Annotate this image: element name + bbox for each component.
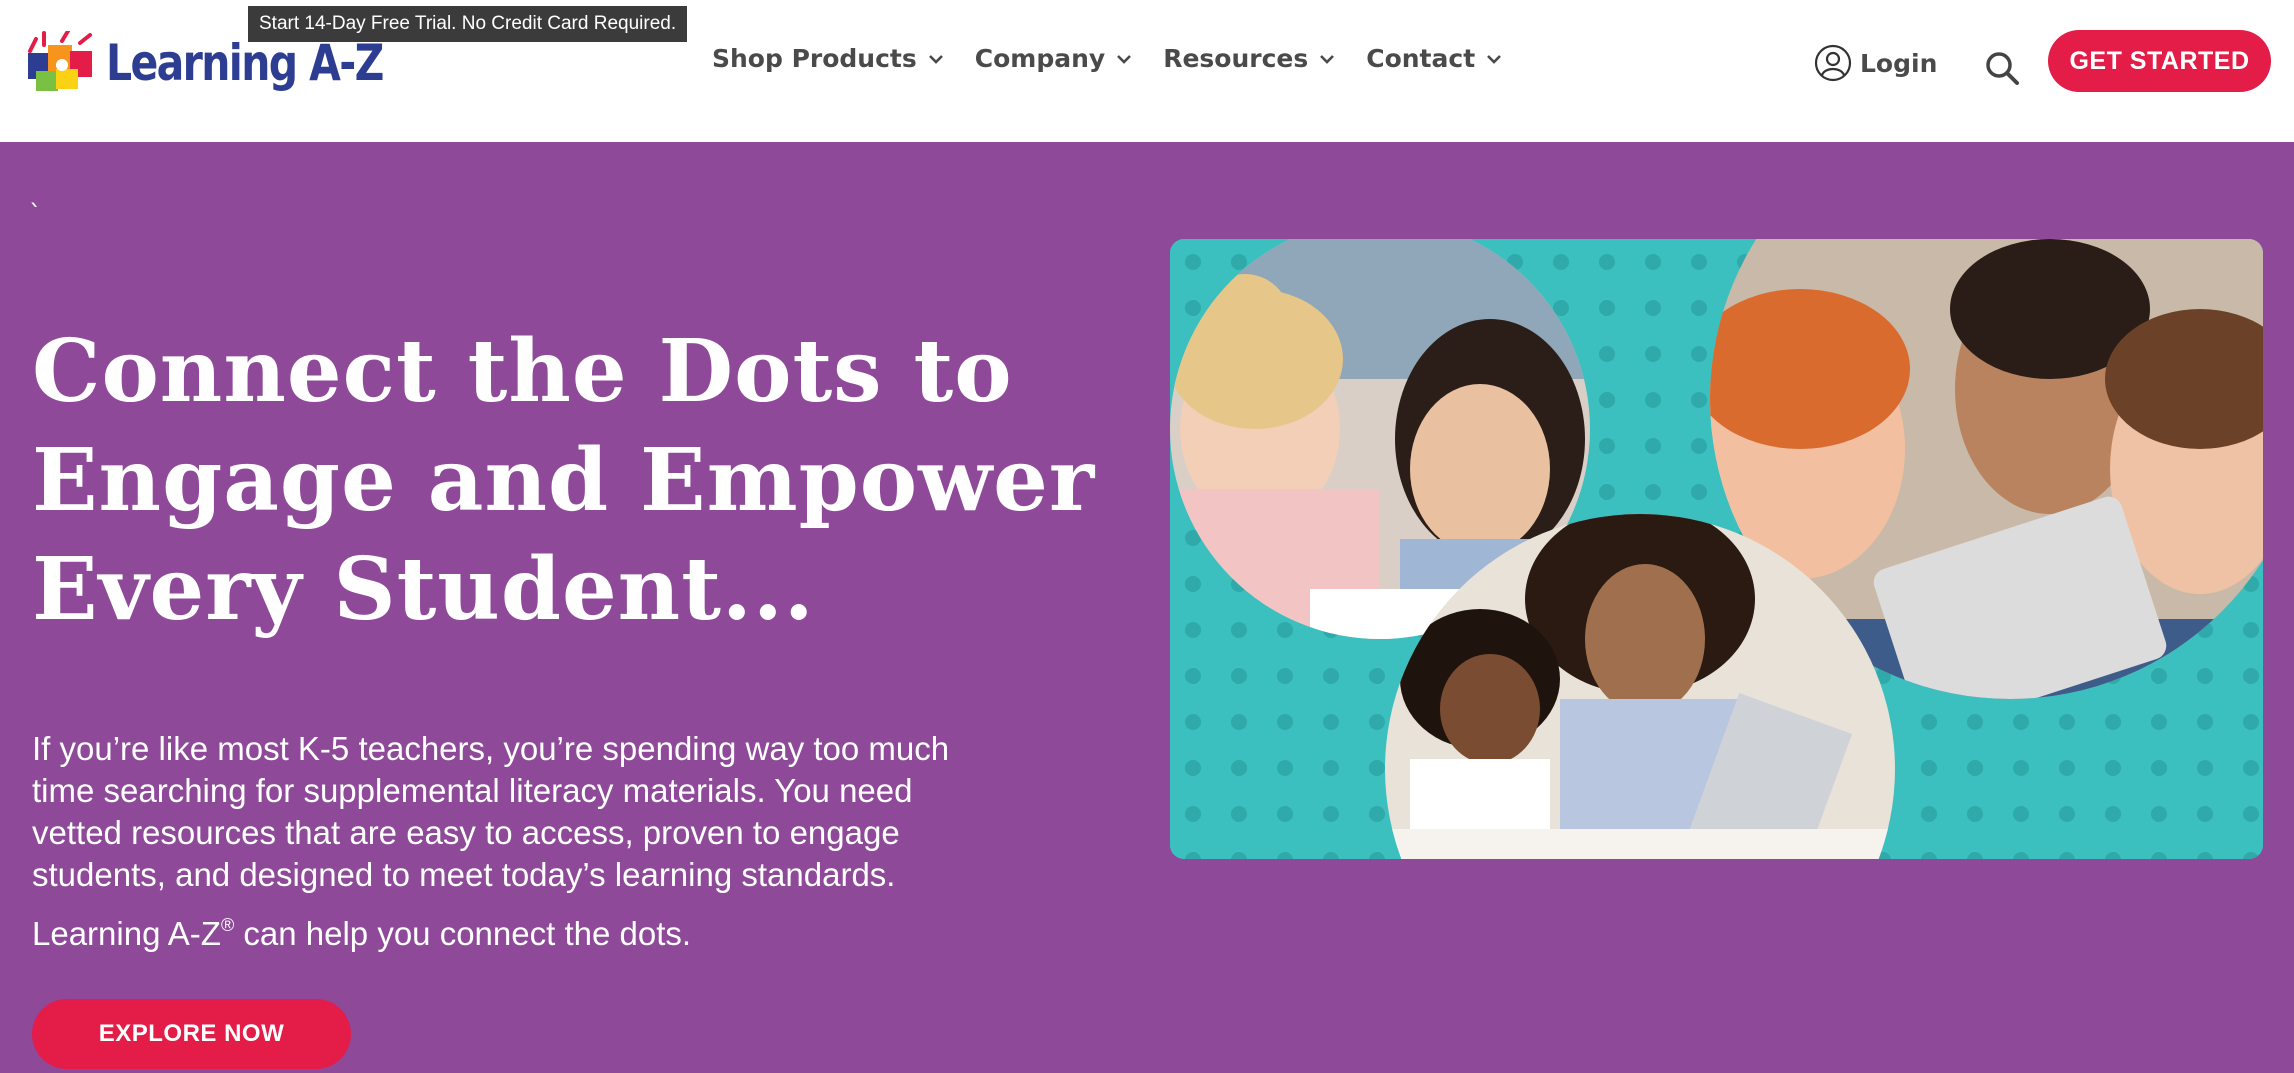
explore-now-button[interactable]: EXPLORE NOW <box>32 999 351 1069</box>
logo-text: Learning A-Z <box>106 34 384 92</box>
body-line: students, and designed to meet today’s l… <box>32 856 896 893</box>
trial-tooltip: Start 14-Day Free Trial. No Credit Card … <box>248 6 688 42</box>
registered-mark: ® <box>220 915 235 935</box>
hero-photo-illustration <box>1170 239 2263 859</box>
body-line-last: Learning A-Z® can help you connect the d… <box>32 904 1142 955</box>
nav-resources-label: Resources <box>1163 44 1309 73</box>
headline-line: Engage and Empower <box>32 430 1096 531</box>
chevron-down-icon <box>1487 54 1502 64</box>
nav-company-label: Company <box>974 44 1106 73</box>
body-last-text: can help you connect the dots. <box>234 915 692 952</box>
main-nav: Shop Products Company Resources Contact <box>712 44 1533 73</box>
logo-mark-icon <box>22 29 102 95</box>
body-line: vetted resources that are easy to access… <box>32 814 900 851</box>
get-started-button[interactable]: GET STARTED <box>2048 30 2271 92</box>
search-button[interactable] <box>1984 50 2022 88</box>
stray-backtick: ` <box>28 200 43 228</box>
site-header: Learning A-Z Start 14-Day Free Trial. No… <box>0 0 2294 142</box>
nav-shop-products[interactable]: Shop Products <box>712 44 945 73</box>
hero-body-copy: If you’re like most K-5 teachers, you’re… <box>32 728 1142 955</box>
brand-name: Learning A-Z <box>32 915 221 952</box>
search-icon <box>1986 52 2019 85</box>
hero-photo <box>1170 239 2263 859</box>
nav-shop-products-label: Shop Products <box>712 44 917 73</box>
headline-line: Every Student... <box>32 539 815 640</box>
body-line: If you’re like most K-5 teachers, you’re… <box>32 730 950 767</box>
nav-resources[interactable]: Resources <box>1163 44 1336 73</box>
chevron-down-icon <box>928 54 943 64</box>
login-label: Login <box>1860 48 1938 78</box>
user-circle-icon <box>1814 44 1852 82</box>
chevron-down-icon <box>1320 54 1335 64</box>
headline-line: Connect the Dots to <box>32 321 1013 422</box>
body-line: time searching for supplemental literacy… <box>32 772 913 809</box>
nav-company[interactable]: Company <box>975 44 1133 73</box>
nav-contact[interactable]: Contact <box>1366 44 1503 73</box>
login-link[interactable]: Login <box>1814 44 1937 82</box>
chevron-down-icon <box>1117 54 1132 64</box>
hero-headline: Connect the Dots to Engage and Empower E… <box>32 317 1112 644</box>
nav-contact-label: Contact <box>1366 44 1476 73</box>
